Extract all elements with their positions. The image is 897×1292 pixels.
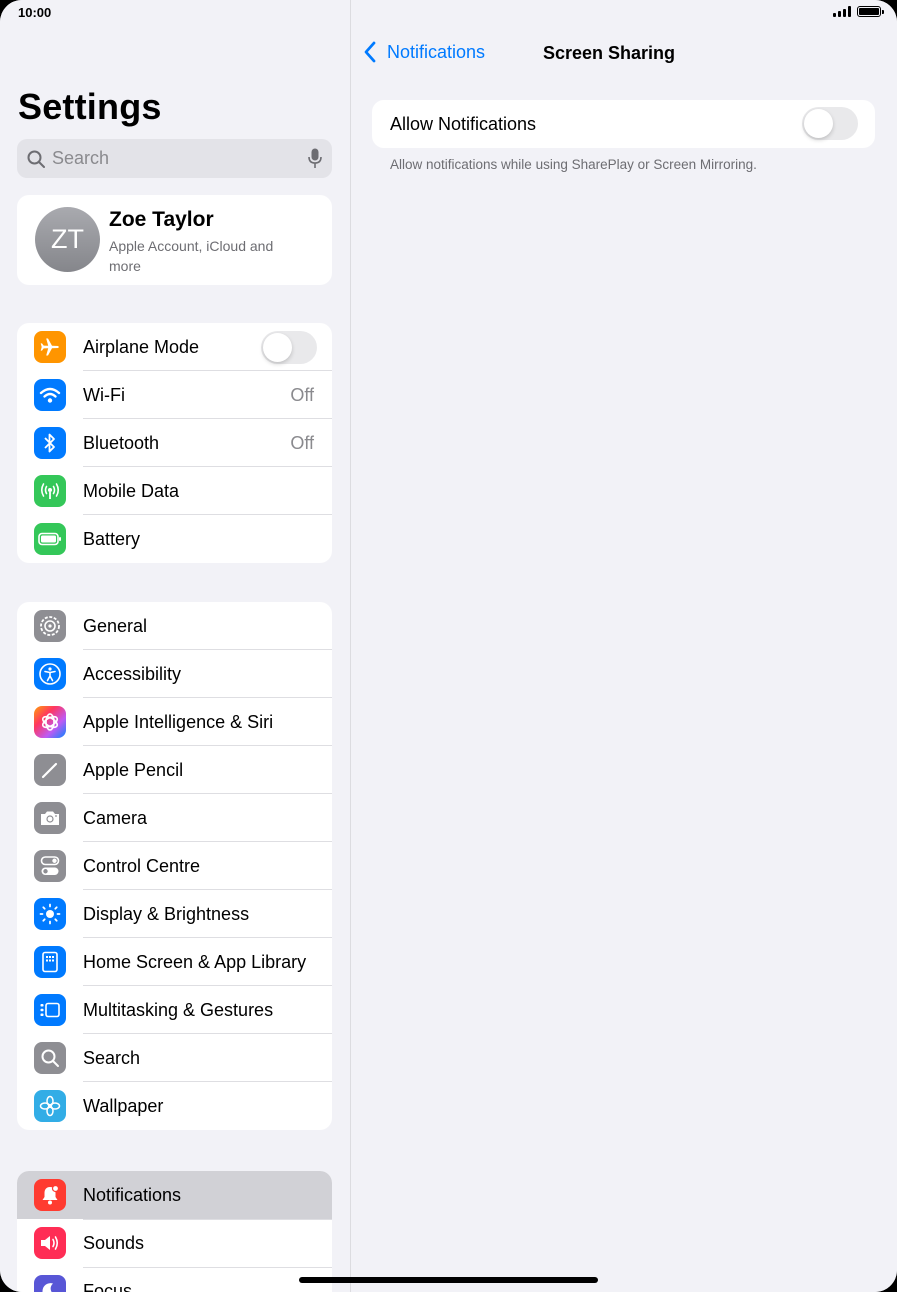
home-screen-icon <box>34 946 66 978</box>
sun-icon <box>34 898 66 930</box>
airplane-icon <box>34 331 66 363</box>
sidebar-item-multitasking[interactable]: Multitasking & Gestures <box>17 986 332 1034</box>
notifications-group: Notifications Sounds Focus <box>17 1171 332 1292</box>
sidebar-item-label: Home Screen & App Library <box>83 952 307 972</box>
sidebar-item-label: Focus <box>83 1281 133 1292</box>
accessibility-icon <box>34 658 66 690</box>
bluetooth-status: Off <box>290 433 314 453</box>
profile-card[interactable]: ZT Zoe Taylor Apple Account, iCloud and … <box>17 195 332 285</box>
sidebar-item-home-screen[interactable]: Home Screen & App Library <box>17 938 332 986</box>
sidebar-item-sounds[interactable]: Sounds <box>17 1219 332 1267</box>
sidebar-item-accessibility[interactable]: Accessibility <box>17 650 332 698</box>
sidebar-item-wallpaper[interactable]: Wallpaper <box>17 1082 332 1130</box>
camera-icon <box>34 802 66 834</box>
sidebar-item-apple-intelligence[interactable]: Apple Intelligence & Siri <box>17 698 332 746</box>
sidebar-title: Settings <box>18 86 162 127</box>
sidebar-item-label: Apple Pencil <box>83 760 184 780</box>
battery-status-icon <box>857 6 884 17</box>
sidebar-item-label: Accessibility <box>83 664 182 684</box>
allow-notifications-toggle[interactable] <box>802 107 858 140</box>
antenna-icon <box>34 475 66 507</box>
sidebar: Settings Search ZT Zoe Taylor Apple Acco… <box>0 0 351 1292</box>
bluetooth-icon <box>34 427 66 459</box>
switches-icon <box>34 850 66 882</box>
sidebar-item-label: Multitasking & Gestures <box>83 1000 274 1020</box>
sidebar-item-label: Apple Intelligence & Siri <box>83 712 274 732</box>
battery-icon <box>34 523 66 555</box>
sidebar-item-apple-pencil[interactable]: Apple Pencil <box>17 746 332 794</box>
magnifier-icon <box>27 150 45 168</box>
sidebar-item-label: Airplane Mode <box>83 337 200 357</box>
sidebar-item-control-centre[interactable]: Control Centre <box>17 842 332 890</box>
sidebar-item-mobile-data[interactable]: Mobile Data <box>17 467 332 515</box>
sidebar-item-label: General <box>83 616 148 636</box>
sidebar-item-label: Control Centre <box>83 856 201 876</box>
sidebar-item-label: Search <box>83 1048 141 1068</box>
multitasking-icon <box>34 994 66 1026</box>
sidebar-item-display-brightness[interactable]: Display & Brightness <box>17 890 332 938</box>
sidebar-item-label: Wallpaper <box>83 1096 164 1116</box>
allow-notifications-label: Allow Notifications <box>390 114 537 134</box>
allow-notifications-footnote: Allow notifications while using SharePla… <box>390 157 757 172</box>
signal-icon <box>833 6 851 17</box>
wifi-status: Off <box>290 385 314 405</box>
home-indicator[interactable] <box>299 1277 598 1283</box>
sidebar-item-search[interactable]: Search <box>17 1034 332 1082</box>
search-placeholder: Search <box>52 148 110 168</box>
system-group: General Accessibility Apple Intelligence… <box>17 602 332 1130</box>
sidebar-item-label: Display & Brightness <box>83 904 250 924</box>
search-icon <box>34 1042 66 1074</box>
sidebar-item-bluetooth[interactable]: Bluetooth Off <box>17 419 332 467</box>
sidebar-item-label: Mobile Data <box>83 481 180 501</box>
pencil-icon <box>34 754 66 786</box>
sidebar-item-general[interactable]: General <box>17 602 332 650</box>
allow-notifications-row: Allow Notifications <box>372 100 875 148</box>
status-indicators <box>833 6 884 17</box>
profile-subtitle: Apple Account, iCloud and more <box>109 238 274 274</box>
sidebar-item-label: Battery <box>83 529 141 549</box>
flower-icon <box>34 1090 66 1122</box>
status-time: 10:00 <box>18 5 52 20</box>
speaker-icon <box>34 1227 66 1259</box>
sidebar-item-camera[interactable]: Camera <box>17 794 332 842</box>
sidebar-item-label: Bluetooth <box>83 433 160 453</box>
moon-icon <box>34 1275 66 1292</box>
sidebar-item-focus[interactable]: Focus <box>17 1267 332 1292</box>
sidebar-item-label: Notifications <box>83 1185 182 1205</box>
microphone-icon[interactable] <box>308 148 322 169</box>
sidebar-item-wifi[interactable]: Wi-Fi Off <box>17 371 332 419</box>
gear-icon <box>34 610 66 642</box>
profile-name: Zoe Taylor <box>109 208 214 231</box>
detail-pane: Notifications Screen Sharing Allow Notif… <box>351 0 897 1292</box>
sidebar-item-label: Camera <box>83 808 148 828</box>
airplane-mode-toggle[interactable] <box>261 331 317 364</box>
page-title: Screen Sharing <box>542 43 676 63</box>
bell-icon <box>34 1179 66 1211</box>
sidebar-item-airplane-mode[interactable]: Airplane Mode <box>17 323 332 371</box>
avatar: ZT <box>35 207 100 272</box>
sidebar-item-label: Wi-Fi <box>83 385 125 405</box>
sidebar-item-notifications[interactable]: Notifications <box>17 1171 332 1219</box>
sidebar-item-label: Sounds <box>83 1233 145 1253</box>
wifi-icon <box>34 379 66 411</box>
apple-intelligence-icon <box>34 706 66 738</box>
sidebar-item-battery[interactable]: Battery <box>17 515 332 563</box>
search-field[interactable]: Search <box>17 139 332 178</box>
connectivity-group: Airplane Mode Wi-Fi Off Bluetooth Off Mo… <box>17 323 332 563</box>
screen: Settings Search ZT Zoe Taylor Apple Acco… <box>0 0 897 1292</box>
